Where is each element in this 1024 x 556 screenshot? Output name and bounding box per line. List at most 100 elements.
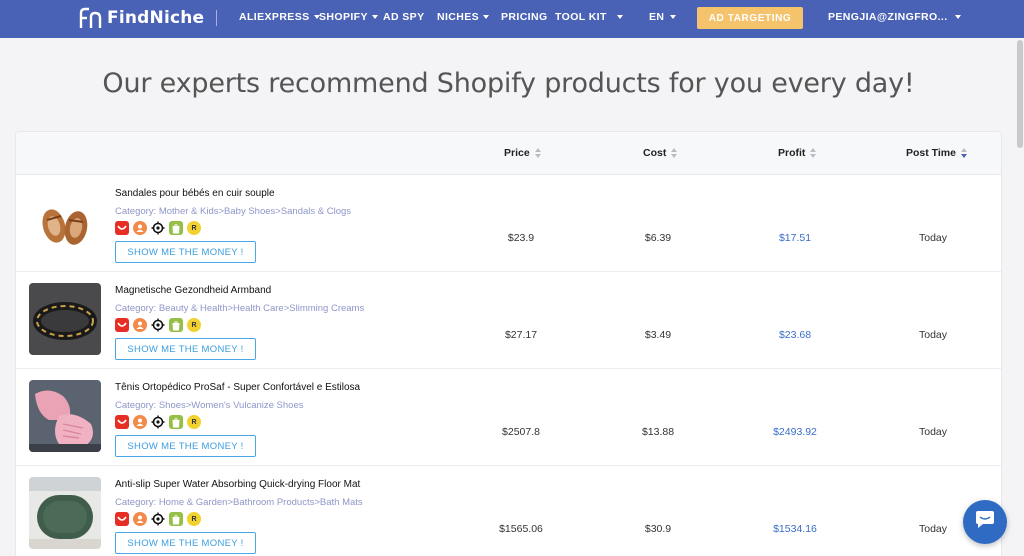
product-table: Price Cost Profit Post Time Sandales pou…: [15, 131, 1002, 556]
language-selector[interactable]: EN: [649, 11, 677, 23]
profit-cell: $17.51: [778, 232, 812, 244]
target-icon[interactable]: [151, 512, 165, 526]
user-icon[interactable]: [133, 221, 147, 235]
sort-icon: [810, 148, 817, 158]
sort-active-icon: [961, 148, 967, 158]
profit-cell: $1534.16: [773, 523, 817, 535]
product-category: Category: Home & Garden>Bathroom Product…: [115, 497, 363, 508]
r-badge-icon[interactable]: R: [187, 318, 201, 332]
price-cell: $1565.06: [499, 523, 543, 535]
ad-targeting-button[interactable]: AD TARGETING: [697, 7, 803, 29]
nav-item-ad-spy[interactable]: AD SPY: [383, 11, 425, 23]
findniche-logo-icon: [79, 7, 103, 29]
cost-cell: $6.39: [644, 232, 672, 244]
chevron-down-icon: [954, 15, 961, 19]
nav-item-label: ALIEXPRESS: [239, 11, 310, 23]
shopify-icon[interactable]: [169, 512, 183, 526]
user-icon[interactable]: [133, 512, 147, 526]
product-title[interactable]: Tênis Ortopédico ProSaf - Super Confortá…: [115, 382, 360, 393]
target-icon[interactable]: [151, 415, 165, 429]
profit-cell: $23.68: [778, 329, 812, 341]
floor-mat-image[interactable]: [29, 477, 101, 549]
source-badges: R: [115, 512, 201, 526]
sort-icon: [671, 148, 678, 158]
aliexpress-icon[interactable]: [115, 512, 129, 526]
shopify-icon[interactable]: [169, 221, 183, 235]
column-label: Price: [504, 147, 530, 159]
price-cell: $23.9: [507, 232, 535, 244]
nav-item-aliexpress[interactable]: ALIEXPRESS: [239, 11, 320, 23]
source-badges: R: [115, 318, 201, 332]
table-row: Anti-slip Super Water Absorbing Quick-dr…: [16, 466, 1001, 556]
column-header-profit[interactable]: Profit: [778, 147, 817, 159]
baby-sandals-image[interactable]: [29, 186, 101, 258]
account-menu[interactable]: PENGJIA@ZINGFRO...: [828, 11, 961, 23]
column-header-post-time[interactable]: Post Time: [906, 147, 967, 159]
chat-widget-button[interactable]: [963, 500, 1007, 544]
shopify-icon[interactable]: [169, 318, 183, 332]
nav-item-label: NICHES: [437, 11, 480, 23]
magnetic-bracelet-image[interactable]: [29, 283, 101, 355]
pink-sneakers-image[interactable]: [29, 380, 101, 452]
page-headline: Our experts recommend Shopify products f…: [102, 68, 915, 99]
show-me-the-money-button[interactable]: SHOW ME THE MONEY !: [115, 338, 256, 360]
post-time-cell: Today: [918, 232, 948, 244]
product-title[interactable]: Anti-slip Super Water Absorbing Quick-dr…: [115, 479, 360, 490]
nav-item-shopify[interactable]: SHOPIFY: [319, 11, 378, 23]
page-scrollbar[interactable]: [1017, 40, 1023, 148]
nav-item-label: AD SPY: [383, 11, 425, 23]
nav-item-niches[interactable]: NICHES: [437, 11, 490, 23]
column-label: Post Time: [906, 147, 956, 159]
column-label: Cost: [643, 147, 667, 159]
nav-item-tool-kit[interactable]: TOOL KIT: [555, 11, 623, 23]
chevron-down-icon: [371, 15, 378, 19]
cost-cell: $13.88: [641, 426, 675, 438]
r-badge-icon[interactable]: R: [187, 221, 201, 235]
r-badge-icon[interactable]: R: [187, 512, 201, 526]
brand-logo[interactable]: FindNiche: [79, 7, 204, 29]
table-row: Tênis Ortopédico ProSaf - Super Confortá…: [16, 369, 1001, 466]
show-me-the-money-button[interactable]: SHOW ME THE MONEY !: [115, 532, 256, 554]
post-time-cell: Today: [918, 329, 948, 341]
chevron-down-icon: [483, 15, 490, 19]
aliexpress-icon[interactable]: [115, 415, 129, 429]
column-header-cost[interactable]: Cost: [643, 147, 678, 159]
target-icon[interactable]: [151, 318, 165, 332]
brand-name: FindNiche: [107, 8, 205, 28]
product-category: Category: Beauty & Health>Health Care>Sl…: [115, 303, 365, 314]
source-badges: R: [115, 415, 201, 429]
price-cell: $27.17: [504, 329, 538, 341]
chevron-down-icon: [616, 15, 623, 19]
top-navbar: FindNiche ALIEXPRESS SHOPIFY AD SPY NICH…: [0, 0, 1024, 38]
r-badge-icon[interactable]: R: [187, 415, 201, 429]
nav-item-pricing[interactable]: PRICING: [501, 11, 548, 23]
show-me-the-money-button[interactable]: SHOW ME THE MONEY !: [115, 435, 256, 457]
product-title[interactable]: Magnetische Gezondheid Armband: [115, 285, 271, 296]
nav-item-label: TOOL KIT: [555, 11, 607, 23]
nav-divider: [216, 10, 217, 26]
source-badges: R: [115, 221, 201, 235]
chat-bubble-icon: [974, 510, 996, 535]
post-time-cell: Today: [918, 426, 948, 438]
language-label: EN: [649, 11, 665, 23]
sort-icon: [534, 148, 541, 158]
nav-item-label: SHOPIFY: [319, 11, 368, 23]
shopify-icon[interactable]: [169, 415, 183, 429]
show-me-the-money-button[interactable]: SHOW ME THE MONEY !: [115, 241, 256, 263]
user-icon[interactable]: [133, 318, 147, 332]
aliexpress-icon[interactable]: [115, 318, 129, 332]
target-icon[interactable]: [151, 221, 165, 235]
table-row: Sandales pour bébés en cuir souple Categ…: [16, 175, 1001, 272]
chevron-down-icon: [670, 15, 677, 19]
column-header-price[interactable]: Price: [504, 147, 541, 159]
cost-cell: $3.49: [644, 329, 672, 341]
column-label: Profit: [778, 147, 806, 159]
price-cell: $2507.8: [502, 426, 540, 438]
aliexpress-icon[interactable]: [115, 221, 129, 235]
product-category: Category: Shoes>Women's Vulcanize Shoes: [115, 400, 304, 411]
table-row: Magnetische Gezondheid Armband Category:…: [16, 272, 1001, 369]
account-label: PENGJIA@ZINGFRO...: [828, 11, 948, 23]
user-icon[interactable]: [133, 415, 147, 429]
table-header: Price Cost Profit Post Time: [16, 132, 1001, 175]
product-title[interactable]: Sandales pour bébés en cuir souple: [115, 188, 275, 199]
